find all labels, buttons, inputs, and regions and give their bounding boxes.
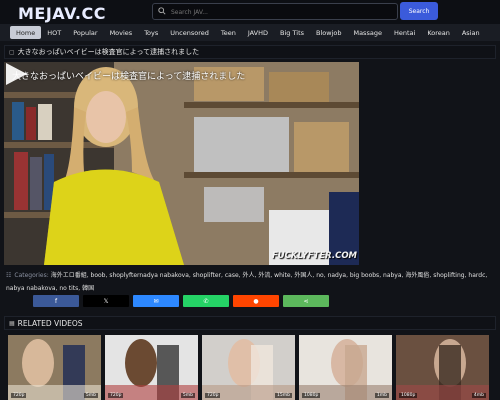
main-nav: Home HOT Popular Movies Toys Uncensored … xyxy=(0,24,500,41)
categories-icon: ☷ xyxy=(6,272,12,279)
nav-home[interactable]: Home xyxy=(10,26,42,39)
nav-blowjob[interactable]: Blowjob xyxy=(310,26,347,39)
video-title: 大きなおっぱいベイビーは検査官によって逮捕されました xyxy=(17,48,200,56)
thumbnail-image xyxy=(105,335,198,400)
player-overlay-title: 大きなおっぱいベイビーは検査官によって逮捕されました xyxy=(12,72,246,82)
thumb-quality-badge: 720p xyxy=(108,393,124,398)
whatsapp-share-button[interactable]: ✆ xyxy=(183,295,229,307)
reddit-share-button[interactable]: ● xyxy=(233,295,279,307)
nav-massage[interactable]: Massage xyxy=(347,26,387,39)
nav-hot[interactable]: HOT xyxy=(41,26,67,39)
x-icon: 𝕏 xyxy=(103,297,109,305)
nav-korean[interactable]: Korean xyxy=(421,26,456,39)
facebook-share-button[interactable]: f xyxy=(33,295,79,307)
category-link[interactable]: case xyxy=(225,272,239,279)
share-buttons: f 𝕏 ✉ ✆ ● ⋖ xyxy=(33,295,329,307)
whatsapp-icon: ✆ xyxy=(203,297,209,305)
thumbnail-image xyxy=(202,335,295,400)
messenger-share-button[interactable]: ✉ xyxy=(133,295,179,307)
categories: ☷ Categories: 海外エロ番組, boob, shoplyfternad… xyxy=(6,272,488,292)
search-button[interactable]: Search xyxy=(400,2,438,20)
header: MEJAV.CC Search xyxy=(0,0,500,24)
sharethis-share-button[interactable]: ⋖ xyxy=(283,295,329,307)
nav-javhd[interactable]: JAVHD xyxy=(242,26,274,39)
thumbnail-image xyxy=(299,335,392,400)
thumbnail-image xyxy=(8,335,101,400)
thumb-quality-badge: 720p xyxy=(205,393,221,398)
category-link[interactable]: shoplyfternadya nabakova xyxy=(109,272,189,279)
related-title: RELATED VIDEOS xyxy=(17,318,83,328)
video-player[interactable]: 大きなおっぱいベイビーは検査官によって逮捕されました FUCKLYFTER.CO… xyxy=(4,62,359,265)
thumb-size-badge: 5mb xyxy=(180,393,195,398)
thumb-size-badge: 1mb xyxy=(374,393,389,398)
category-link[interactable]: 外流 xyxy=(258,272,270,279)
nav-popular[interactable]: Popular xyxy=(67,26,103,39)
nav-teen[interactable]: Teen xyxy=(215,26,242,39)
nav-hentai[interactable]: Hentai xyxy=(388,26,421,39)
video-title-bar: ▢ 大きなおっぱいベイビーは検査官によって逮捕されました xyxy=(4,45,496,59)
thumb-quality-badge: 720p xyxy=(11,393,27,398)
nav-big-tits[interactable]: Big Tits xyxy=(274,26,310,39)
related-video-thumb[interactable]: 1080p 4mb xyxy=(396,335,489,400)
thumbnail-image xyxy=(396,335,489,400)
category-link[interactable]: big boobs xyxy=(350,272,379,279)
search-box[interactable] xyxy=(152,3,398,20)
category-link[interactable]: no tits xyxy=(59,285,78,292)
related-video-thumb[interactable]: 720p 5mb xyxy=(8,335,101,400)
related-videos-grid: 720p 5mb 720p 5mb 720p 15mb 1080p 1mb 1080p 4mb xyxy=(8,335,496,400)
search-input[interactable] xyxy=(169,5,393,20)
sharethis-icon: ⋖ xyxy=(303,297,309,305)
nav-movies[interactable]: Movies xyxy=(104,26,139,39)
related-icon: ▦ xyxy=(9,319,15,327)
video-camera-icon: ▢ xyxy=(9,48,15,56)
thumb-size-badge: 15mb xyxy=(275,393,292,398)
site-logo[interactable]: MEJAV.CC xyxy=(18,4,106,23)
category-link[interactable]: shoplifting xyxy=(433,272,464,279)
facebook-icon: f xyxy=(54,297,58,305)
category-link[interactable]: white xyxy=(274,272,290,279)
related-video-thumb[interactable]: 1080p 1mb xyxy=(299,335,392,400)
thumb-size-badge: 4mb xyxy=(471,393,486,398)
thumb-size-badge: 5mb xyxy=(83,393,98,398)
reddit-icon: ● xyxy=(253,297,259,305)
category-link[interactable]: nadya xyxy=(328,272,347,279)
x-share-button[interactable]: 𝕏 xyxy=(83,295,129,307)
side-panel xyxy=(363,62,496,265)
category-link[interactable]: 海外エロ番組 xyxy=(51,272,87,279)
categories-label: Categories: xyxy=(14,272,49,279)
category-link[interactable]: 韓国 xyxy=(82,285,94,292)
video-watermark: FUCKLYFTER.COM xyxy=(271,251,357,261)
category-link[interactable]: 外人 xyxy=(242,272,254,279)
nav-uncensored[interactable]: Uncensored xyxy=(164,26,215,39)
category-link[interactable]: hardc xyxy=(468,272,485,279)
category-link[interactable]: nabya nabakova xyxy=(6,285,56,292)
search-icon xyxy=(158,7,166,15)
nav-asian[interactable]: Asian xyxy=(456,26,486,39)
messenger-icon: ✉ xyxy=(153,297,159,305)
thumb-quality-badge: 1080p xyxy=(302,393,321,398)
category-link[interactable]: boob xyxy=(91,272,106,279)
related-video-thumb[interactable]: 720p 15mb xyxy=(202,335,295,400)
thumb-quality-badge: 1080p xyxy=(399,393,418,398)
nav-toys[interactable]: Toys xyxy=(138,26,164,39)
category-link[interactable]: nabya xyxy=(383,272,402,279)
play-icon[interactable] xyxy=(4,62,28,86)
category-link[interactable]: shoplifter xyxy=(193,272,221,279)
related-video-thumb[interactable]: 720p 5mb xyxy=(105,335,198,400)
category-link[interactable]: 海外風俗 xyxy=(405,272,429,279)
related-videos-bar: ▦ RELATED VIDEOS xyxy=(4,316,496,330)
category-link[interactable]: 外国人 xyxy=(294,272,312,279)
video-still xyxy=(4,62,359,265)
category-link[interactable]: no xyxy=(316,272,323,279)
